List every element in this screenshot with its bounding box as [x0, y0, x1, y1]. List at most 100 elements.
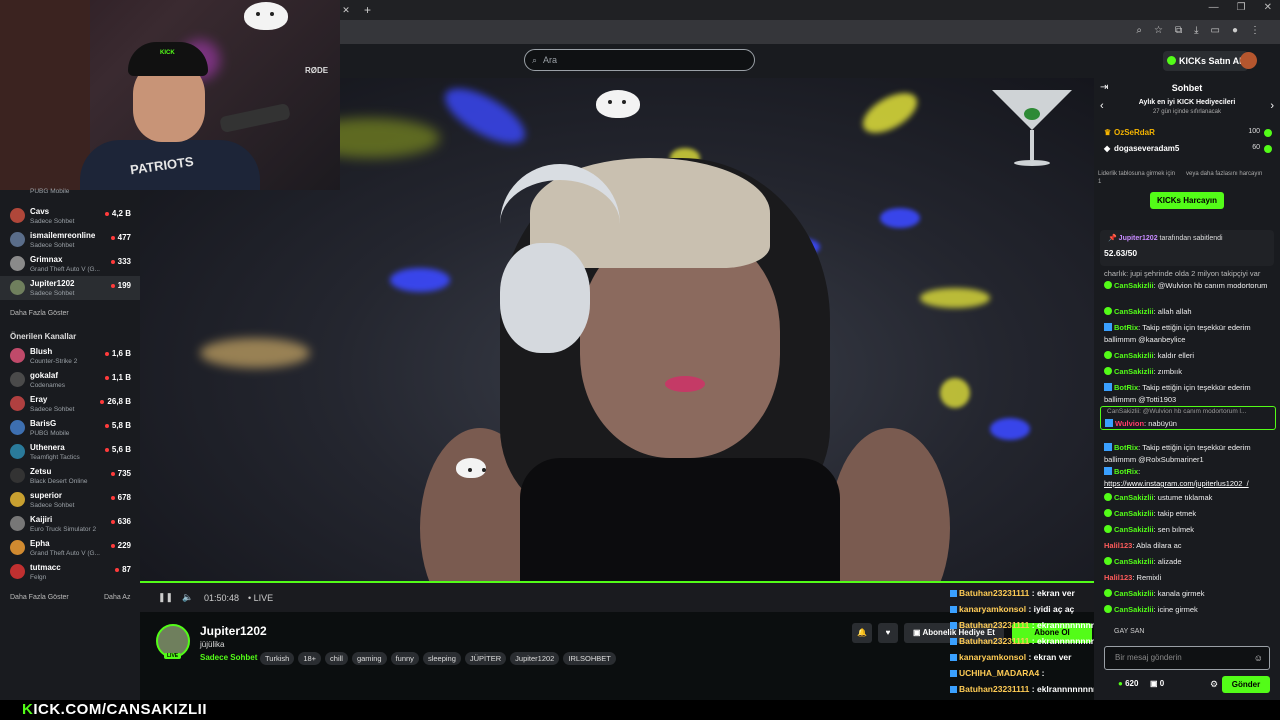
sidebar-channel[interactable]: BarisG PUBG Mobile 5,8 B — [0, 416, 140, 440]
buy-kicks-label: KICKs Satın Al — [1179, 56, 1242, 66]
channel-category: Felgn — [30, 574, 47, 581]
sidebar-channel[interactable]: Epha Grand Theft Auto V (G... 229 — [0, 536, 140, 560]
rank-diamond-icon: ◆ — [1104, 144, 1111, 153]
chat-username[interactable]: CanSakizlii — [1114, 605, 1154, 614]
chat-username[interactable]: CanSakizlii — [1114, 351, 1154, 360]
tag[interactable]: 18+ — [298, 652, 322, 665]
sidebar-channel[interactable]: Eray Sadece Sohbet 26,8 B — [0, 392, 140, 416]
chat-message: BotRix: Takip ettiğin için teşekkür eder… — [1104, 382, 1274, 406]
chat-username[interactable]: BotRix — [1114, 467, 1138, 476]
search-input[interactable]: ⌕ Ara — [524, 49, 755, 71]
show-more-link[interactable]: Daha Fazla Göster — [10, 310, 69, 317]
channel-name[interactable]: Jupiter1202 — [200, 624, 267, 638]
chat-text: charlık: jupi şehrinde olda 2 milyon tak… — [1104, 269, 1261, 278]
chat-username[interactable]: CanSakizlii — [1114, 307, 1154, 316]
gear-icon[interactable]: ⚙ — [1210, 679, 1218, 690]
send-button[interactable]: Gönder — [1222, 676, 1270, 693]
tag[interactable]: JÜPİTER — [464, 652, 507, 665]
chat-username[interactable]: CanSakizlii — [1114, 589, 1154, 598]
emoji-icon[interactable]: ☺ — [1254, 647, 1263, 669]
sidebar-channel[interactable]: Zetsu Black Desert Online 735 — [0, 464, 140, 488]
chat-username[interactable]: BotRix — [1114, 323, 1138, 332]
maximize-icon[interactable]: ❐ — [1237, 2, 1246, 13]
chat-message: CanSakizlii: kaldır elleri — [1104, 350, 1274, 362]
spend-kicks-button[interactable]: KICKs Harcayın — [1150, 192, 1224, 209]
sidebar-channel[interactable]: Cavs Sadece Sohbet 4,2 B — [0, 204, 140, 228]
browser-menu-icon[interactable]: ⋮ — [1250, 25, 1260, 36]
zoom-icon[interactable]: ⌕ — [1136, 25, 1142, 36]
notification-bell-icon[interactable]: 🔔 — [852, 623, 872, 643]
tag[interactable]: Turkish — [260, 652, 295, 665]
chat-username[interactable]: CanSakizlii — [1114, 557, 1154, 566]
tag[interactable]: sleeping — [422, 652, 461, 665]
address-bar[interactable]: ⌕ ☆ ⧉ ⤓ ▭ ● ⋮ — [340, 20, 1280, 44]
chat-text: : allah allah — [1153, 307, 1192, 316]
sidebar-channel[interactable]: ismailemreonline Sadece Sohbet 477 — [0, 228, 140, 252]
tag[interactable]: chill — [325, 652, 348, 665]
minimize-icon[interactable]: — — [1209, 2, 1219, 13]
extensions-icon[interactable]: ⧉ — [1175, 25, 1182, 36]
overlay-chat-line: Batuhan23231111 : ekrannnnnnnnnnn — [950, 620, 1112, 630]
chat-username[interactable]: BotRix — [1114, 443, 1138, 452]
chat-username[interactable]: BotRix — [1114, 383, 1138, 392]
sidebar-channel[interactable]: gokalaf Codenames 1,1 B — [0, 368, 140, 392]
sidebar-channel[interactable]: Uthenera Teamfight Tactics 5,6 B — [0, 440, 140, 464]
tag[interactable]: Jupiter1202 — [510, 652, 560, 665]
overlay-chat-user: Batuhan23231111 — [959, 684, 1030, 694]
channel-category: Counter-Strike 2 — [30, 358, 78, 365]
sidebar-channel[interactable]: tutmacc Felgn 87 — [0, 560, 140, 584]
pause-icon[interactable]: ❚❚ — [158, 592, 173, 603]
badge-icon — [950, 638, 957, 646]
sidebar-channel[interactable]: Grimnax Grand Theft Auto V (G... 333 — [0, 252, 140, 276]
viewer-count: 333 — [111, 257, 131, 266]
chat-username[interactable]: CanSakizlii — [1114, 525, 1154, 534]
channel-name: Grimnax — [30, 255, 63, 264]
follow-heart-icon[interactable]: ♥ — [878, 623, 898, 643]
chat-message: https://www.instagram.com/jupiterlus1202… — [1104, 478, 1274, 490]
window-controls: — ❐ ✕ — [1209, 2, 1272, 13]
badge-icon — [950, 654, 957, 662]
stream-category[interactable]: Sadece Sohbet — [200, 653, 257, 662]
sidebar-channel[interactable]: superior Sadece Sohbet 678 — [0, 488, 140, 512]
profile-icon[interactable]: ● — [1232, 25, 1238, 36]
leader-points: 60 — [1252, 144, 1260, 151]
reply-message[interactable]: CanSakizlii: @Wulvion hb canım modortoru… — [1100, 406, 1276, 430]
download-icon[interactable]: ⤓ — [1194, 25, 1198, 36]
sidebar-channel-partial[interactable]: PUBG Mobile — [0, 186, 140, 200]
sidebar-channel[interactable]: Blush Counter-Strike 2 1,6 B — [0, 344, 140, 368]
chat-link[interactable]: https://www.instagram.com/jupiterlus1202… — [1104, 479, 1249, 488]
show-more-recommended-link[interactable]: Daha Fazla Göster — [10, 594, 69, 601]
chat-message-input[interactable]: Bir mesaj gönderin ☺ — [1104, 646, 1270, 670]
tab-close-icon[interactable]: ✕ — [340, 5, 352, 16]
sidebar-channel[interactable]: Kaijiri Euro Truck Simulator 2 636 — [0, 512, 140, 536]
tag[interactable]: gaming — [351, 652, 387, 665]
overlay-chat-user: Batuhan23231111 — [959, 588, 1030, 598]
chat-message: Wulvion: nabüyün — [1105, 418, 1275, 430]
chat-username[interactable]: CanSakizlii — [1114, 493, 1154, 502]
new-tab-button[interactable]: + — [364, 3, 371, 17]
chat-username[interactable]: Halil123 — [1104, 541, 1132, 550]
viewer-count: 636 — [111, 517, 131, 526]
tag[interactable]: funny — [390, 652, 419, 665]
verified-badge-icon — [1104, 557, 1112, 565]
user-avatar[interactable] — [1240, 52, 1257, 69]
show-less-link[interactable]: Daha Az — [104, 594, 130, 601]
pinned-message[interactable]: 📌 Jupiter1202 tarafından sabitlendi 52.6… — [1100, 230, 1274, 266]
channel-name: Epha — [30, 539, 50, 548]
chat-username[interactable]: CanSakizlii — [1114, 367, 1154, 376]
chat-username[interactable]: CanSakizlii — [1114, 509, 1154, 518]
chat-username[interactable]: CanSakizlii — [1114, 281, 1154, 290]
screen: ✕ + — ❐ ✕ ⌕ ☆ ⧉ ⤓ ▭ ● ⋮ ⌕ Ara KICKs Satı… — [0, 0, 1280, 720]
tag[interactable]: IRLSOHBET — [563, 652, 616, 665]
buy-kicks-button[interactable]: KICKs Satın Al — [1163, 51, 1248, 71]
chat-username[interactable]: Halil123 — [1104, 573, 1132, 582]
volume-icon[interactable]: 🔈 — [182, 592, 193, 603]
chat-message: CanSakizlii: takip etmek — [1104, 508, 1274, 520]
sidepanel-icon[interactable]: ▭ — [1211, 25, 1220, 36]
viewer-count: 26,8 B — [100, 397, 131, 406]
close-window-icon[interactable]: ✕ — [1264, 2, 1272, 13]
emote-bar[interactable]: GAY SAN — [1114, 628, 1274, 642]
sidebar-channel[interactable]: Jupiter1202 Sadece Sohbet 199 — [0, 276, 140, 300]
bookmark-star-icon[interactable]: ☆ — [1154, 25, 1163, 36]
cap-logo: KICK — [160, 50, 175, 56]
